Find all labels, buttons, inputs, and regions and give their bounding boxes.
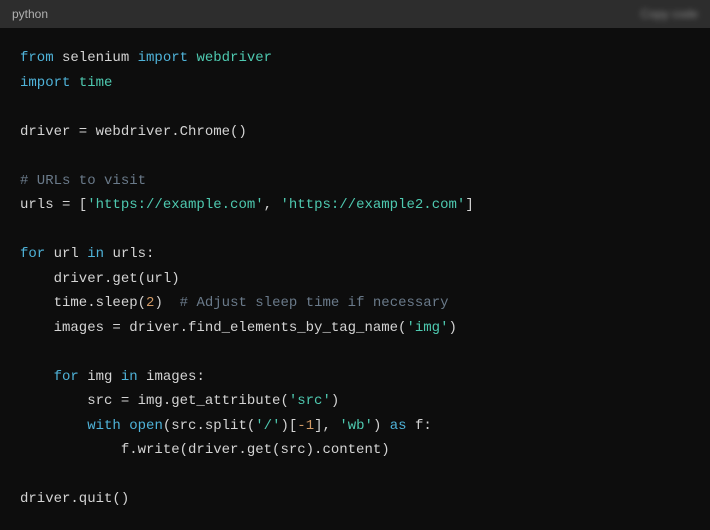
str-wb: 'wb' — [339, 418, 373, 434]
line-17: f.write(driver.get(src).content) — [20, 442, 390, 458]
txt: f: — [407, 418, 432, 434]
txt: ] — [465, 197, 473, 213]
kw-import: import — [138, 50, 188, 66]
txt: ) — [448, 320, 456, 336]
str-src: 'src' — [289, 393, 331, 409]
language-label: python — [12, 7, 48, 21]
txt: images: — [138, 369, 205, 385]
kw-for: for — [20, 369, 79, 385]
txt: selenium — [54, 50, 138, 66]
line-11: time.sleep(2) # Adjust sleep time if nec… — [20, 295, 449, 311]
line-15: src = img.get_attribute('src') — [20, 393, 339, 409]
code-block: from selenium import webdriver import ti… — [0, 28, 710, 530]
line-14: for img in images: — [20, 369, 205, 385]
txt: src = img.get_attribute( — [20, 393, 289, 409]
kw-for: for — [20, 246, 45, 262]
str-slash: '/' — [255, 418, 280, 434]
line-16: with open(src.split('/')[-1], 'wb') as f… — [20, 418, 432, 434]
txt: (src.split( — [163, 418, 255, 434]
str-url1: 'https://example.com' — [87, 197, 263, 213]
num-neg1: -1 — [297, 418, 314, 434]
txt: , — [264, 197, 281, 213]
comment-sleep: # Adjust sleep time if necessary — [180, 295, 449, 311]
kw-as: as — [390, 418, 407, 434]
line-1: from selenium import webdriver — [20, 50, 272, 66]
txt: time.sleep( — [20, 295, 146, 311]
txt: images = driver.find_elements_by_tag_nam… — [20, 320, 406, 336]
txt — [121, 418, 129, 434]
txt: ) — [154, 295, 179, 311]
fn-open: open — [129, 418, 163, 434]
header-actions: Copy code — [641, 7, 698, 21]
txt: )[ — [280, 418, 297, 434]
txt: url — [45, 246, 87, 262]
txt: ) — [331, 393, 339, 409]
line-2: import time — [20, 75, 112, 91]
txt: urls = [ — [20, 197, 87, 213]
kw-import: import — [20, 75, 70, 91]
str-url2: 'https://example2.com' — [280, 197, 465, 213]
line-4: driver = webdriver.Chrome() — [20, 124, 247, 140]
line-10: driver.get(url) — [20, 271, 180, 287]
copy-code-button[interactable]: Copy code — [641, 7, 698, 21]
kw-in: in — [121, 369, 138, 385]
line-7: urls = ['https://example.com', 'https://… — [20, 197, 474, 213]
code-header: python Copy code — [0, 0, 710, 28]
comment-urls: # URLs to visit — [20, 173, 146, 189]
kw-from: from — [20, 50, 54, 66]
str-img: 'img' — [406, 320, 448, 336]
kw-with: with — [20, 418, 121, 434]
txt: urls: — [104, 246, 154, 262]
txt: ], — [314, 418, 339, 434]
line-19: driver.quit() — [20, 491, 129, 507]
line-12: images = driver.find_elements_by_tag_nam… — [20, 320, 457, 336]
mod-time: time — [70, 75, 112, 91]
txt: ) — [373, 418, 390, 434]
mod-webdriver: webdriver — [188, 50, 272, 66]
line-9: for url in urls: — [20, 246, 154, 262]
kw-in: in — [87, 246, 104, 262]
txt: img — [79, 369, 121, 385]
